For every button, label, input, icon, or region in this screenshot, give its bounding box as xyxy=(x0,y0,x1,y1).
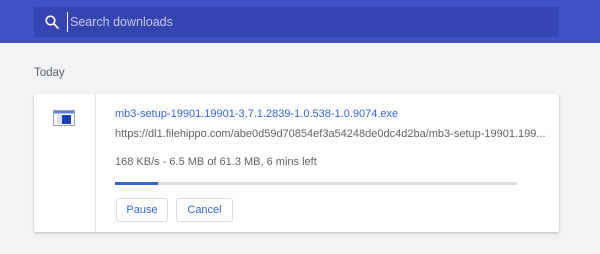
search-icon xyxy=(45,15,59,29)
pause-button[interactable]: Pause xyxy=(116,198,168,222)
windows-executable-icon xyxy=(53,110,75,126)
file-icon-column xyxy=(34,94,96,232)
search-box[interactable] xyxy=(34,7,559,37)
download-status: 168 KB/s - 6.5 MB of 61.3 MB, 6 mins lef… xyxy=(115,156,317,168)
file-source-url: https://dl1.filehippo.com/abe0d59d70854e… xyxy=(115,128,545,140)
downloads-header xyxy=(0,0,600,43)
search-input[interactable] xyxy=(67,12,547,32)
section-title: Today xyxy=(34,67,65,79)
cancel-button[interactable]: Cancel xyxy=(176,198,233,222)
file-name-link[interactable]: mb3-setup-19901.19901-3.7.1.2839-1.0.538… xyxy=(115,108,398,120)
download-progress-fill xyxy=(115,182,158,185)
download-progress-bar xyxy=(115,182,517,185)
download-item-card: mb3-setup-19901.19901-3.7.1.2839-1.0.538… xyxy=(34,94,559,232)
